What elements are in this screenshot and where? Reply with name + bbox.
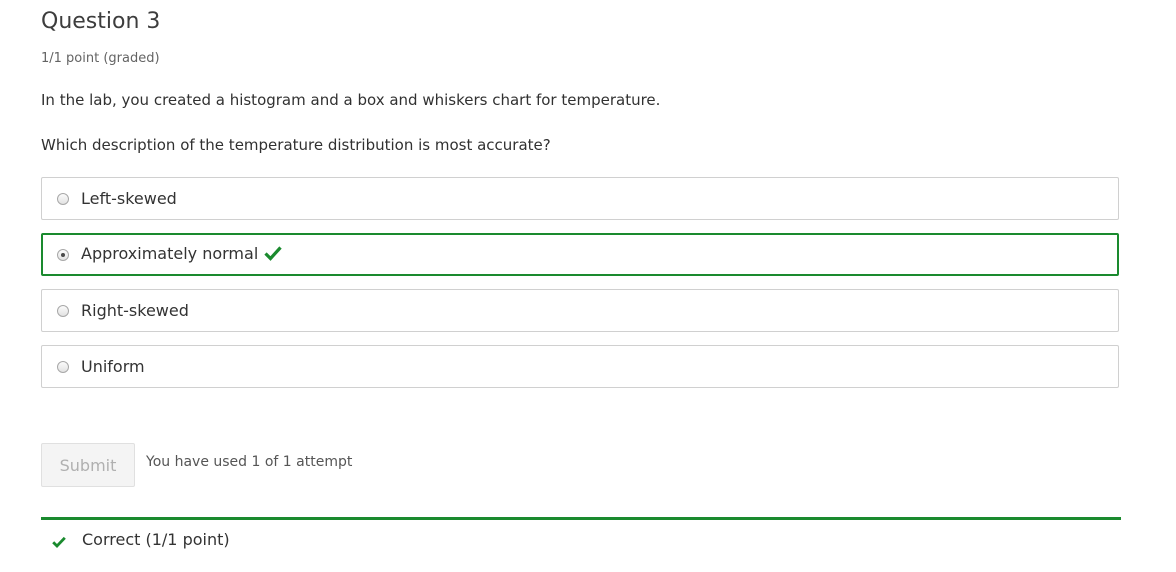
choice-right-skewed[interactable]: Right-skewed xyxy=(41,289,1119,332)
choice-label: Left-skewed xyxy=(81,189,177,208)
question-prompt-intro: In the lab, you created a histogram and … xyxy=(41,91,661,109)
choice-approximately-normal[interactable]: Approximately normal xyxy=(41,233,1119,276)
question-title: Question 3 xyxy=(41,9,161,34)
choice-label: Right-skewed xyxy=(81,301,189,320)
submit-button[interactable]: Submit xyxy=(41,443,135,487)
radio-button[interactable] xyxy=(57,192,69,205)
attempts-text: You have used 1 of 1 attempt xyxy=(146,454,353,470)
choice-label: Approximately normal xyxy=(81,244,259,263)
question-points: 1/1 point (graded) xyxy=(41,51,160,66)
choice-left-skewed[interactable]: Left-skewed xyxy=(41,177,1119,220)
choice-uniform[interactable]: Uniform xyxy=(41,345,1119,388)
radio-button[interactable] xyxy=(57,360,69,373)
choice-label: Uniform xyxy=(81,357,145,376)
checkmark-icon xyxy=(52,533,66,552)
result-divider xyxy=(41,517,1121,520)
radio-button-selected[interactable] xyxy=(57,248,69,261)
question-prompt: Which description of the temperature dis… xyxy=(41,136,551,154)
result-status: Correct (1/1 point) xyxy=(82,530,230,549)
radio-button[interactable] xyxy=(57,304,69,317)
checkmark-icon xyxy=(264,245,282,265)
